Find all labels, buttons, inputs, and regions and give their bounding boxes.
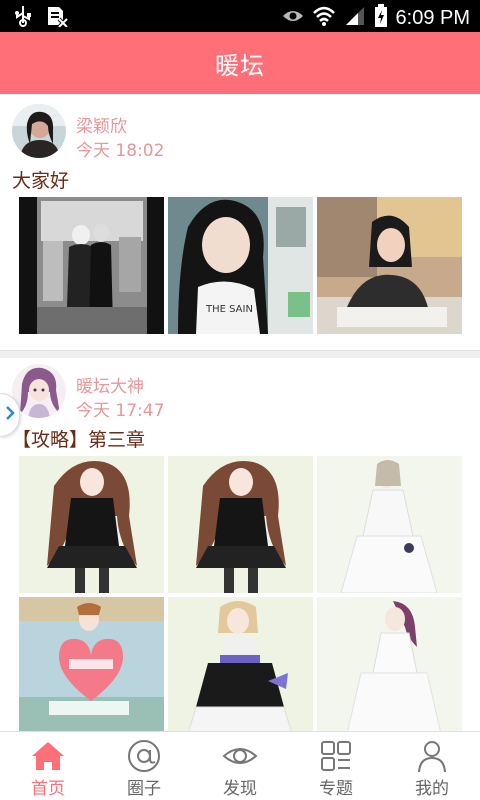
tab-home[interactable]: 首页 (0, 732, 96, 800)
eye-icon (222, 738, 258, 774)
usb-icon (14, 5, 32, 31)
home-icon (30, 738, 66, 774)
author-name[interactable]: 暖坛大神 (76, 372, 144, 397)
post-image[interactable] (317, 597, 462, 731)
post-card[interactable]: 梁颖欣 今天 18:02 大家好 THE SAIN (0, 94, 480, 350)
tab-discover[interactable]: 发现 (192, 732, 288, 800)
post-image[interactable] (317, 456, 462, 593)
post-divider (0, 350, 480, 358)
post-time: 今天 18:02 (76, 141, 165, 161)
tab-label: 发现 (223, 779, 257, 799)
tab-circles[interactable]: 圈子 (96, 732, 192, 800)
status-time: 6:09 PM (395, 6, 470, 29)
page-title: 暖坛 (215, 51, 265, 80)
tab-label: 圈子 (127, 779, 161, 799)
tab-label: 我的 (415, 779, 449, 799)
tab-mine[interactable]: 我的 (384, 732, 480, 800)
post-image[interactable] (168, 456, 313, 593)
post-image[interactable] (168, 597, 313, 731)
post-image[interactable] (19, 597, 164, 731)
wifi-icon (312, 5, 336, 31)
post-text[interactable]: 大家好 (12, 166, 69, 193)
post-image[interactable] (317, 197, 462, 334)
post-image[interactable] (19, 197, 164, 334)
avatar[interactable] (12, 364, 66, 418)
image-cancel-icon (46, 5, 69, 31)
tab-label: 首页 (31, 779, 65, 799)
post-card[interactable]: 暖坛大神 今天 17:47 【攻略】第三章 (0, 358, 480, 731)
svg-text:THE SAIN: THE SAIN (205, 304, 253, 315)
author-name[interactable]: 梁颖欣 (76, 112, 127, 137)
signal-icon (344, 5, 366, 31)
at-sign-icon (126, 738, 162, 774)
eye-icon (282, 8, 304, 28)
post-time: 今天 17:47 (76, 401, 165, 421)
grid-icon (318, 738, 354, 774)
avatar[interactable] (12, 104, 66, 158)
tab-label: 专题 (319, 779, 353, 799)
post-text[interactable]: 【攻略】第三章 (12, 425, 145, 452)
status-bar: 6:09 PM (0, 0, 480, 32)
tab-topics[interactable]: 专题 (288, 732, 384, 800)
bottom-tab-bar: 首页 圈子 发现 专题 我的 (0, 731, 480, 800)
chevron-right-icon (5, 405, 15, 425)
app-header: 暖坛 (0, 32, 480, 94)
post-image[interactable]: THE SAIN (168, 197, 313, 334)
post-feed[interactable]: 梁颖欣 今天 18:02 大家好 THE SAIN 暖坛大神 今天 17:47 … (0, 94, 480, 731)
post-image[interactable] (19, 456, 164, 593)
person-icon (414, 738, 450, 774)
battery-charging-icon (374, 4, 388, 32)
